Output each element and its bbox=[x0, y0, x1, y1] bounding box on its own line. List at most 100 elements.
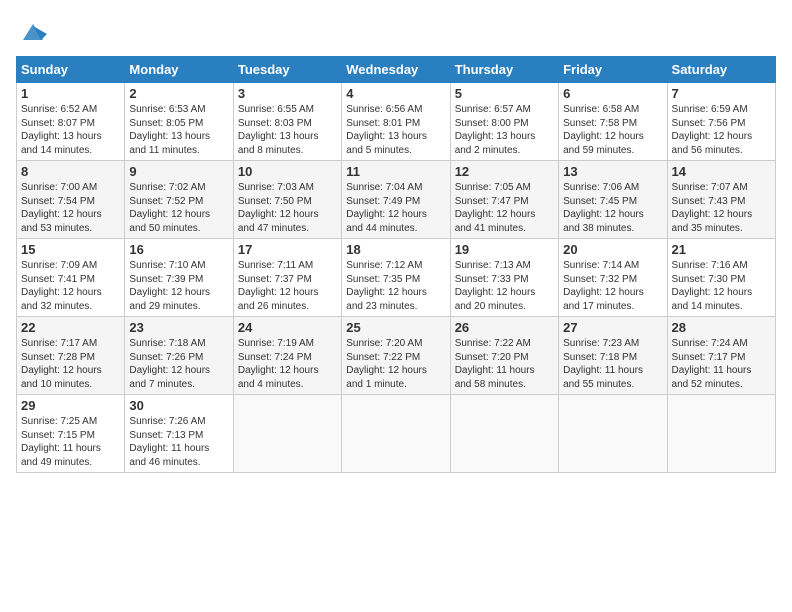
calendar-cell: 1 Sunrise: 6:52 AM Sunset: 8:07 PM Daylig… bbox=[17, 83, 125, 161]
day-info: Sunrise: 7:16 AM Sunset: 7:30 PM Dayligh… bbox=[672, 259, 771, 313]
day-info: Sunrise: 7:07 AM Sunset: 7:43 PM Dayligh… bbox=[672, 181, 771, 235]
logo bbox=[16, 16, 47, 46]
day-number: 17 bbox=[238, 242, 337, 257]
day-number: 12 bbox=[455, 164, 554, 179]
day-info: Sunrise: 7:14 AM Sunset: 7:32 PM Dayligh… bbox=[563, 259, 662, 313]
day-number: 18 bbox=[346, 242, 445, 257]
calendar-cell: 28Sunrise: 7:24 AM Sunset: 7:17 PM Dayli… bbox=[667, 317, 775, 395]
calendar-cell: 24 Sunrise: 7:19 AM Sunset: 7:24 PM Dayli… bbox=[233, 317, 341, 395]
day-number: 24 bbox=[238, 320, 337, 335]
calendar-week-row: 1 Sunrise: 6:52 AM Sunset: 8:07 PM Daylig… bbox=[17, 83, 776, 161]
day-info: Sunrise: 7:18 AM Sunset: 7:26 PM Dayligh… bbox=[129, 337, 228, 391]
calendar-header-thursday: Thursday bbox=[450, 57, 558, 83]
day-number: 30 bbox=[129, 398, 228, 413]
day-info: Sunrise: 7:17 AM Sunset: 7:28 PM Dayligh… bbox=[21, 337, 120, 391]
calendar-cell bbox=[450, 395, 558, 473]
day-info: Sunrise: 7:05 AM Sunset: 7:47 PM Dayligh… bbox=[455, 181, 554, 235]
calendar-cell: 19Sunrise: 7:13 AM Sunset: 7:33 PM Dayli… bbox=[450, 239, 558, 317]
day-info: Sunrise: 7:26 AM Sunset: 7:13 PM Dayligh… bbox=[129, 415, 228, 469]
day-info: Sunrise: 7:13 AM Sunset: 7:33 PM Dayligh… bbox=[455, 259, 554, 313]
day-number: 27 bbox=[563, 320, 662, 335]
calendar-cell: 18 Sunrise: 7:12 AM Sunset: 7:35 PM Dayli… bbox=[342, 239, 450, 317]
calendar-cell: 15 Sunrise: 7:09 AM Sunset: 7:41 PM Dayli… bbox=[17, 239, 125, 317]
page: SundayMondayTuesdayWednesdayThursdayFrid… bbox=[0, 0, 792, 612]
calendar-cell: 26 Sunrise: 7:22 AM Sunset: 7:20 PM Dayli… bbox=[450, 317, 558, 395]
calendar-cell: 7 Sunrise: 6:59 AM Sunset: 7:56 PM Daylig… bbox=[667, 83, 775, 161]
calendar-cell bbox=[559, 395, 667, 473]
calendar-cell: 10 Sunrise: 7:03 AM Sunset: 7:50 PM Dayli… bbox=[233, 161, 341, 239]
calendar-cell: 11 Sunrise: 7:04 AM Sunset: 7:49 PM Dayli… bbox=[342, 161, 450, 239]
calendar-header-row: SundayMondayTuesdayWednesdayThursdayFrid… bbox=[17, 57, 776, 83]
day-number: 21 bbox=[672, 242, 771, 257]
calendar-table: SundayMondayTuesdayWednesdayThursdayFrid… bbox=[16, 56, 776, 473]
calendar-cell: 22 Sunrise: 7:17 AM Sunset: 7:28 PM Dayli… bbox=[17, 317, 125, 395]
calendar-cell: 6 Sunrise: 6:58 AM Sunset: 7:58 PM Daylig… bbox=[559, 83, 667, 161]
day-number: 16 bbox=[129, 242, 228, 257]
day-info: Sunrise: 7:10 AM Sunset: 7:39 PM Dayligh… bbox=[129, 259, 228, 313]
calendar-cell: 17 Sunrise: 7:11 AM Sunset: 7:37 PM Dayli… bbox=[233, 239, 341, 317]
calendar-cell: 29Sunrise: 7:25 AM Sunset: 7:15 PM Dayli… bbox=[17, 395, 125, 473]
calendar-header-wednesday: Wednesday bbox=[342, 57, 450, 83]
day-number: 11 bbox=[346, 164, 445, 179]
calendar-week-row: 22 Sunrise: 7:17 AM Sunset: 7:28 PM Dayli… bbox=[17, 317, 776, 395]
calendar-cell bbox=[342, 395, 450, 473]
day-info: Sunrise: 7:24 AM Sunset: 7:17 PM Dayligh… bbox=[672, 337, 771, 391]
calendar-cell: 20 Sunrise: 7:14 AM Sunset: 7:32 PM Dayli… bbox=[559, 239, 667, 317]
day-info: Sunrise: 7:03 AM Sunset: 7:50 PM Dayligh… bbox=[238, 181, 337, 235]
day-info: Sunrise: 7:02 AM Sunset: 7:52 PM Dayligh… bbox=[129, 181, 228, 235]
day-number: 26 bbox=[455, 320, 554, 335]
header bbox=[16, 16, 776, 46]
day-info: Sunrise: 7:20 AM Sunset: 7:22 PM Dayligh… bbox=[346, 337, 445, 391]
calendar-cell: 27 Sunrise: 7:23 AM Sunset: 7:18 PM Dayli… bbox=[559, 317, 667, 395]
day-number: 10 bbox=[238, 164, 337, 179]
day-info: Sunrise: 7:06 AM Sunset: 7:45 PM Dayligh… bbox=[563, 181, 662, 235]
day-info: Sunrise: 6:57 AM Sunset: 8:00 PM Dayligh… bbox=[455, 103, 554, 157]
calendar-cell bbox=[233, 395, 341, 473]
calendar-week-row: 8 Sunrise: 7:00 AM Sunset: 7:54 PM Daylig… bbox=[17, 161, 776, 239]
day-info: Sunrise: 7:22 AM Sunset: 7:20 PM Dayligh… bbox=[455, 337, 554, 391]
calendar-cell: 13 Sunrise: 7:06 AM Sunset: 7:45 PM Dayli… bbox=[559, 161, 667, 239]
calendar-cell: 3Sunrise: 6:55 AM Sunset: 8:03 PM Daylig… bbox=[233, 83, 341, 161]
day-number: 3 bbox=[238, 86, 337, 101]
day-number: 25 bbox=[346, 320, 445, 335]
day-info: Sunrise: 7:12 AM Sunset: 7:35 PM Dayligh… bbox=[346, 259, 445, 313]
calendar-cell: 9 Sunrise: 7:02 AM Sunset: 7:52 PM Daylig… bbox=[125, 161, 233, 239]
day-info: Sunrise: 6:58 AM Sunset: 7:58 PM Dayligh… bbox=[563, 103, 662, 157]
calendar-cell: 14Sunrise: 7:07 AM Sunset: 7:43 PM Dayli… bbox=[667, 161, 775, 239]
calendar-header-tuesday: Tuesday bbox=[233, 57, 341, 83]
day-number: 23 bbox=[129, 320, 228, 335]
calendar-header-sunday: Sunday bbox=[17, 57, 125, 83]
calendar-header-friday: Friday bbox=[559, 57, 667, 83]
day-info: Sunrise: 6:52 AM Sunset: 8:07 PM Dayligh… bbox=[21, 103, 120, 157]
day-number: 4 bbox=[346, 86, 445, 101]
day-number: 20 bbox=[563, 242, 662, 257]
day-number: 13 bbox=[563, 164, 662, 179]
day-number: 2 bbox=[129, 86, 228, 101]
day-number: 6 bbox=[563, 86, 662, 101]
day-number: 8 bbox=[21, 164, 120, 179]
day-number: 29 bbox=[21, 398, 120, 413]
day-info: Sunrise: 7:11 AM Sunset: 7:37 PM Dayligh… bbox=[238, 259, 337, 313]
day-info: Sunrise: 7:19 AM Sunset: 7:24 PM Dayligh… bbox=[238, 337, 337, 391]
calendar-header-monday: Monday bbox=[125, 57, 233, 83]
day-info: Sunrise: 6:59 AM Sunset: 7:56 PM Dayligh… bbox=[672, 103, 771, 157]
day-info: Sunrise: 7:09 AM Sunset: 7:41 PM Dayligh… bbox=[21, 259, 120, 313]
day-number: 22 bbox=[21, 320, 120, 335]
logo-icon bbox=[19, 18, 47, 46]
day-number: 7 bbox=[672, 86, 771, 101]
day-number: 5 bbox=[455, 86, 554, 101]
calendar-week-row: 15 Sunrise: 7:09 AM Sunset: 7:41 PM Dayli… bbox=[17, 239, 776, 317]
calendar-cell: 21 Sunrise: 7:16 AM Sunset: 7:30 PM Dayli… bbox=[667, 239, 775, 317]
day-info: Sunrise: 7:04 AM Sunset: 7:49 PM Dayligh… bbox=[346, 181, 445, 235]
day-number: 9 bbox=[129, 164, 228, 179]
day-number: 1 bbox=[21, 86, 120, 101]
day-number: 15 bbox=[21, 242, 120, 257]
calendar-cell: 23 Sunrise: 7:18 AM Sunset: 7:26 PM Dayli… bbox=[125, 317, 233, 395]
day-info: Sunrise: 6:56 AM Sunset: 8:01 PM Dayligh… bbox=[346, 103, 445, 157]
day-info: Sunrise: 6:53 AM Sunset: 8:05 PM Dayligh… bbox=[129, 103, 228, 157]
calendar-cell: 4 Sunrise: 6:56 AM Sunset: 8:01 PM Daylig… bbox=[342, 83, 450, 161]
calendar-cell: 5 Sunrise: 6:57 AM Sunset: 8:00 PM Daylig… bbox=[450, 83, 558, 161]
day-info: Sunrise: 7:23 AM Sunset: 7:18 PM Dayligh… bbox=[563, 337, 662, 391]
day-info: Sunrise: 7:00 AM Sunset: 7:54 PM Dayligh… bbox=[21, 181, 120, 235]
calendar-cell bbox=[667, 395, 775, 473]
